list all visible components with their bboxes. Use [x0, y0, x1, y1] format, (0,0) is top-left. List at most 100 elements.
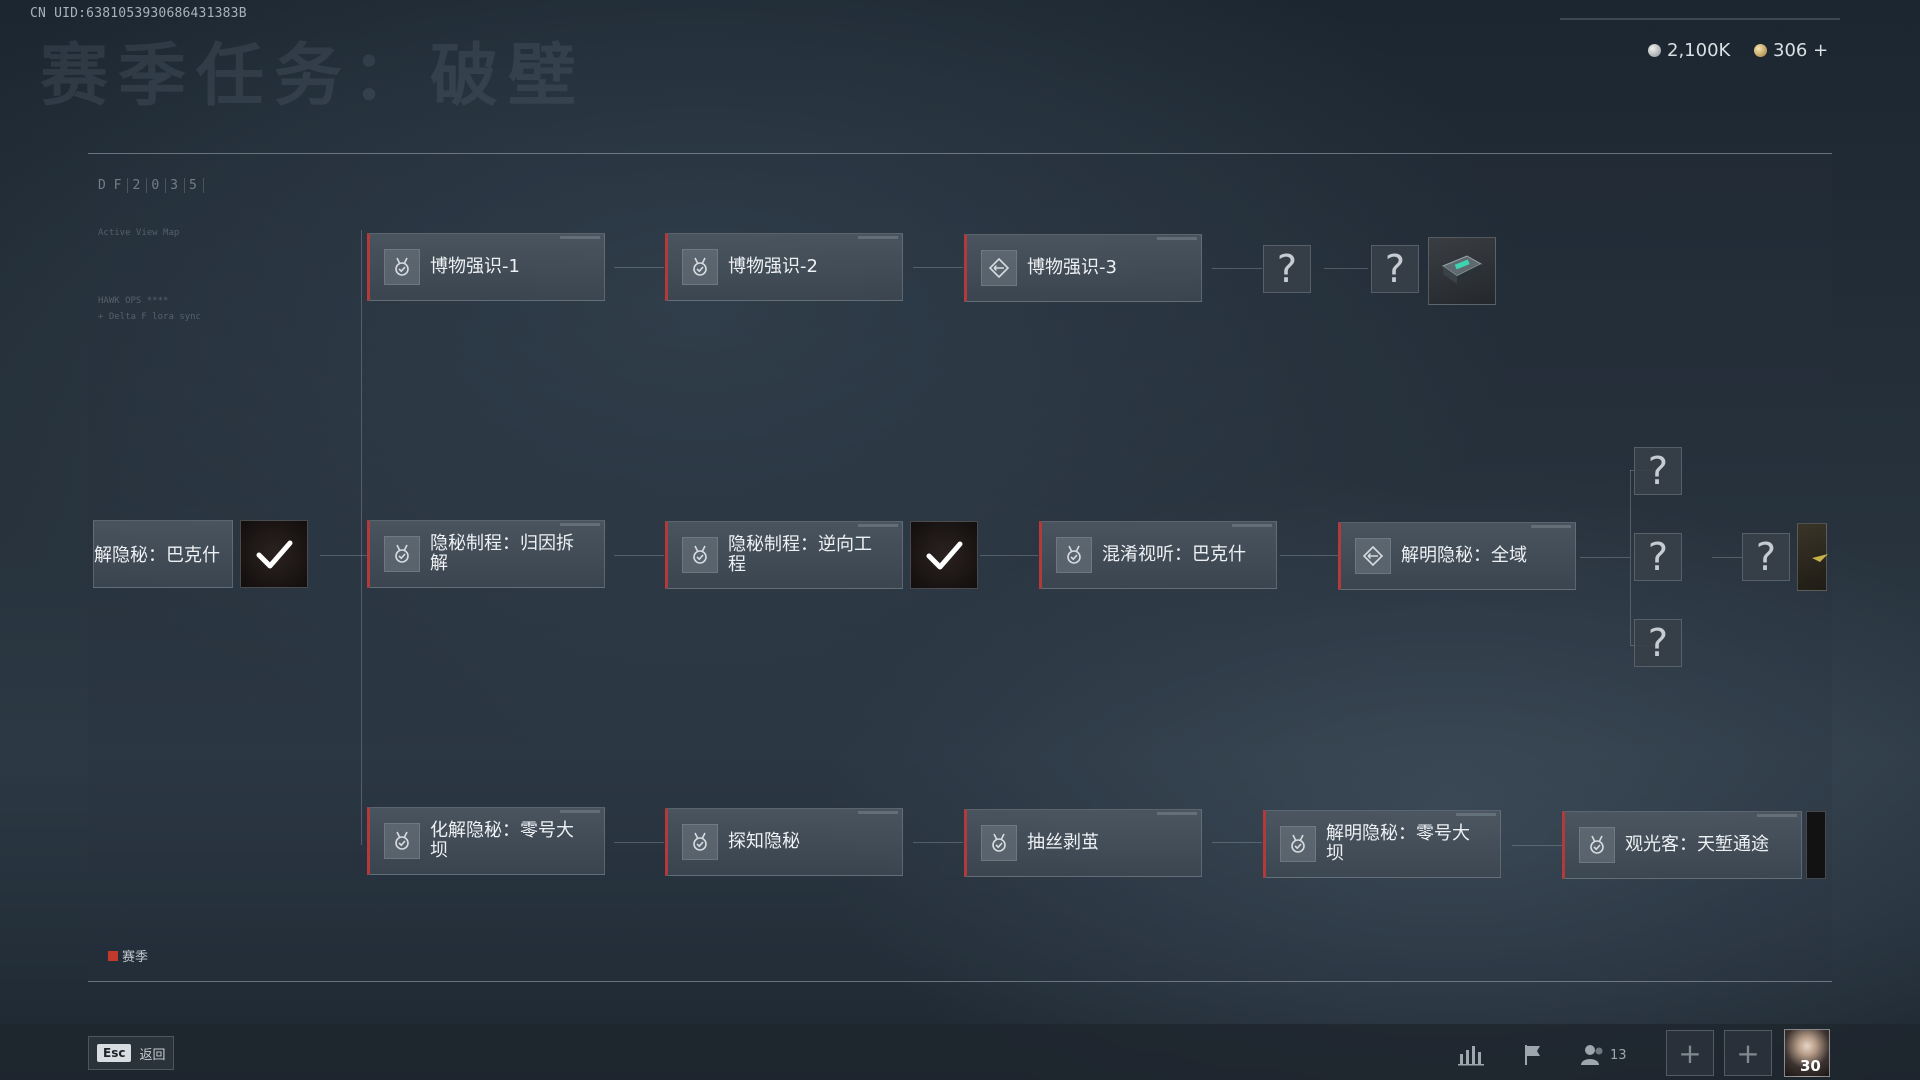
medal-check-icon: [1280, 826, 1316, 862]
quest-title: 隐秘制程：逆向工程: [728, 534, 872, 575]
reward-item-partial[interactable]: [1797, 523, 1828, 591]
faint-hud-text: Active View Map: [98, 228, 180, 238]
add-squad-slot-button[interactable]: +: [1724, 1030, 1772, 1076]
quest-title: 解隐秘：巴克什: [94, 545, 220, 566]
locked-quest[interactable]: ?: [1742, 533, 1790, 581]
quest-card[interactable]: 观光客：天堑通途: [1562, 811, 1802, 879]
page-title: 赛季任务：破壁: [40, 37, 587, 116]
card-tag: [1157, 812, 1197, 815]
quest-card[interactable]: 博物强识-1: [367, 233, 605, 301]
quest-card[interactable]: 解明隐秘：零号大坝: [1263, 810, 1501, 878]
connector-line: [614, 842, 664, 843]
connector-line: [614, 267, 664, 268]
quest-title: 化解隐秘：零号大坝: [430, 820, 574, 861]
quest-card-partial[interactable]: 解隐秘：巴克什: [93, 520, 233, 588]
medal-check-icon: [384, 823, 420, 859]
branch-connector: [1630, 470, 1631, 645]
completed-reward[interactable]: [240, 520, 308, 588]
act-code-part: 3: [170, 178, 185, 193]
plus-icon: +: [1678, 1036, 1702, 1070]
quest-card[interactable]: 隐秘制程：归因拆解: [367, 520, 605, 588]
card-tag: [858, 811, 898, 814]
medal-check-icon: [1579, 827, 1615, 863]
branch-connector: [361, 230, 362, 845]
quest-card[interactable]: 化解隐秘：零号大坝: [367, 807, 605, 875]
quest-title: 探知隐秘: [728, 831, 800, 852]
stats-icon[interactable]: [1454, 1038, 1488, 1072]
gold-amount: 306 +: [1773, 40, 1829, 61]
legend: 赛季: [108, 946, 148, 965]
act-code-part: D F: [98, 178, 129, 193]
question-mark-icon: ?: [1276, 247, 1298, 291]
quest-title: 混淆视听：巴克什: [1102, 544, 1246, 565]
question-mark-icon: ?: [1755, 535, 1777, 579]
quest-card[interactable]: 博物强识-3: [964, 234, 1202, 302]
locked-quest[interactable]: ?: [1263, 245, 1311, 293]
checkmark-icon: [926, 541, 963, 570]
diamond-arrows-icon: [981, 250, 1017, 286]
reward-item[interactable]: [1428, 237, 1496, 305]
connector-line: [614, 555, 664, 556]
medal-check-icon: [1056, 537, 1092, 573]
quest-title: 抽丝剥茧: [1027, 832, 1099, 853]
quest-card[interactable]: 博物强识-2: [665, 233, 903, 301]
quest-title: 博物强识-1: [430, 256, 520, 277]
connector-line: [1212, 842, 1262, 843]
faint-hud-text: HAWK OPS ****: [98, 296, 169, 306]
reward-item-partial[interactable]: [1806, 811, 1826, 879]
friends-count: 13: [1610, 1047, 1627, 1063]
quest-card[interactable]: 混淆视听：巴克什: [1039, 521, 1277, 589]
add-squad-slot-button[interactable]: +: [1666, 1030, 1714, 1076]
quest-card[interactable]: 抽丝剥茧: [964, 809, 1202, 877]
quest-title: 博物强识-3: [1027, 257, 1117, 278]
quest-card[interactable]: 解明隐秘：全域: [1338, 522, 1576, 590]
esc-key-hint: Esc: [97, 1044, 132, 1062]
quest-title: 解明隐秘：全域: [1401, 545, 1527, 566]
medal-check-icon: [981, 825, 1017, 861]
card-tag: [1531, 525, 1571, 528]
card-tag: [1456, 813, 1496, 816]
connector-line: [1580, 557, 1630, 558]
question-mark-icon: ?: [1384, 247, 1406, 291]
legend-label: 赛季: [122, 950, 149, 965]
card-tag: [1757, 814, 1797, 817]
card-tag: [858, 524, 898, 527]
question-mark-icon: ?: [1647, 621, 1669, 665]
medal-check-icon: [682, 824, 718, 860]
locked-quest[interactable]: ?: [1634, 619, 1682, 667]
locked-quest[interactable]: ?: [1371, 245, 1419, 293]
locked-quest[interactable]: ?: [1634, 447, 1682, 495]
quest-card[interactable]: 隐秘制程：逆向工程: [665, 521, 903, 589]
connector-line: [1212, 268, 1262, 269]
back-label: 返回: [139, 1047, 166, 1063]
back-button[interactable]: Esc 返回: [88, 1036, 175, 1070]
card-tag: [1232, 524, 1272, 527]
medal-check-icon: [682, 537, 718, 573]
act-code-part: 2: [132, 178, 148, 193]
locked-quest[interactable]: ?: [1634, 533, 1682, 581]
quest-title: 观光客：天堑通途: [1625, 834, 1769, 855]
top-divider: [1560, 18, 1840, 20]
card-tag: [560, 810, 600, 813]
gold-currency[interactable]: 306 +: [1754, 40, 1828, 61]
question-mark-icon: ?: [1647, 535, 1669, 579]
quest-card[interactable]: 探知隐秘: [665, 808, 903, 876]
player-uid: CN UID:6381053930686431383B: [30, 6, 247, 21]
flag-icon[interactable]: [1516, 1038, 1550, 1072]
faint-hud-text: + Delta F lora sync: [98, 312, 201, 322]
connector-line: [320, 555, 368, 556]
chip-reward-icon: [1441, 255, 1483, 284]
quest-title: 解明隐秘：零号大坝: [1326, 823, 1470, 864]
silver-currency[interactable]: 2,100K: [1648, 40, 1730, 61]
question-mark-icon: ?: [1647, 449, 1669, 493]
completed-reward[interactable]: [910, 521, 978, 589]
connector-line: [913, 842, 963, 843]
legend-swatch: [108, 950, 118, 961]
card-tag: [858, 236, 898, 239]
gold-coin-icon: [1754, 44, 1767, 57]
quest-title: 隐秘制程：归因拆解: [430, 533, 574, 574]
friends-icon: [1581, 1045, 1603, 1065]
card-tag: [560, 236, 600, 239]
friends-button[interactable]: 13: [1580, 1038, 1640, 1072]
connector-line: [1280, 555, 1338, 556]
